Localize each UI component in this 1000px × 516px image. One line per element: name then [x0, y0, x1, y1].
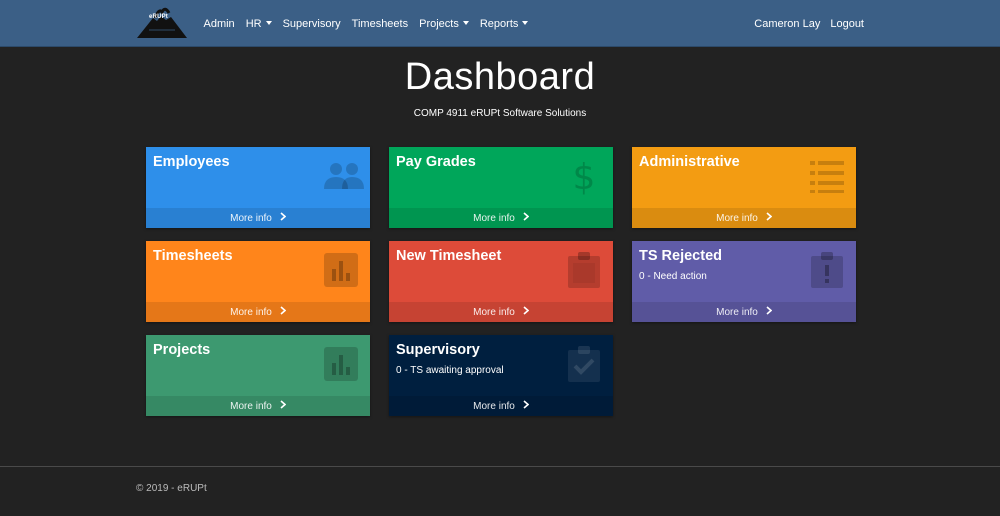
card-title: Pay Grades	[396, 154, 476, 170]
dollar-icon: $	[565, 157, 603, 195]
nav-left-menu: Admin HR Supervisory Timesheets Projects…	[198, 0, 534, 47]
nav-reports-dropdown[interactable]: Reports	[474, 18, 534, 30]
more-info-label: More info	[716, 306, 758, 318]
more-info-link[interactable]: More info	[146, 302, 370, 322]
card-title: Employees	[153, 154, 230, 170]
clipboard-check-icon	[565, 345, 603, 383]
page-title: Dashboard	[404, 56, 596, 98]
footer-divider	[0, 466, 1000, 467]
nav-supervisory[interactable]: Supervisory	[277, 18, 346, 30]
brand-logo[interactable]: eRUPt	[135, 4, 189, 40]
bar-chart-icon	[322, 345, 360, 383]
card-employees: Employees More info	[146, 147, 370, 228]
chevron-right-icon	[766, 306, 773, 318]
nav-timesheets-label: Timesheets	[351, 17, 409, 30]
more-info-label: More info	[716, 212, 758, 224]
user-name-link[interactable]: Cameron Lay	[744, 18, 820, 30]
top-navbar: eRUPt Admin HR Supervisory Timesheets Pr…	[0, 0, 1000, 47]
clipboard-icon	[565, 251, 603, 289]
more-info-link[interactable]: More info	[389, 208, 613, 228]
caret-down-icon	[522, 21, 529, 25]
card-title: Timesheets	[153, 248, 233, 264]
nav-admin-label: Admin	[203, 17, 235, 30]
chevron-right-icon	[280, 212, 287, 224]
more-info-label: More info	[230, 400, 272, 412]
nav-reports-label: Reports	[479, 17, 519, 30]
card-pay-grades: Pay Grades $ More info	[389, 147, 613, 228]
card-title: TS Rejected	[639, 248, 722, 264]
logout-link[interactable]: Logout	[820, 18, 864, 30]
chevron-right-icon	[280, 306, 287, 318]
card-title: Projects	[153, 342, 211, 358]
more-info-label: More info	[473, 400, 515, 412]
card-subtext: 0 - TS awaiting approval	[396, 365, 504, 376]
card-projects: Projects More info	[146, 335, 370, 416]
card-administrative: Administrative More info	[632, 147, 856, 228]
caret-down-icon	[462, 21, 469, 25]
more-info-label: More info	[230, 306, 272, 318]
nav-right-menu: Cameron Lay Logout	[744, 0, 864, 47]
card-title: Administrative	[639, 154, 740, 170]
brand-text: eRUPt	[149, 14, 169, 20]
chevron-right-icon	[280, 400, 287, 412]
nav-admin[interactable]: Admin	[198, 18, 240, 30]
more-info-link[interactable]: More info	[632, 302, 856, 322]
logout-label: Logout	[830, 17, 864, 30]
more-info-link[interactable]: More info	[146, 208, 370, 228]
more-info-link[interactable]: More info	[389, 396, 613, 416]
clipboard-alert-icon	[808, 251, 846, 289]
copyright-text: © 2019 - eRUPt	[136, 483, 207, 494]
caret-down-icon	[265, 21, 272, 25]
more-info-label: More info	[230, 212, 272, 224]
chevron-right-icon	[766, 212, 773, 224]
users-icon	[322, 157, 364, 195]
list-icon	[808, 157, 846, 195]
bar-chart-icon	[322, 251, 360, 289]
svg-text:$: $	[573, 157, 596, 195]
card-title: New Timesheet	[396, 248, 502, 264]
user-name-label: Cameron Lay	[754, 17, 821, 30]
more-info-link[interactable]: More info	[632, 208, 856, 228]
nav-hr-dropdown[interactable]: HR	[240, 18, 277, 30]
card-ts-rejected: TS Rejected 0 - Need action More info	[632, 241, 856, 322]
chevron-right-icon	[523, 306, 530, 318]
card-new-timesheet: New Timesheet More info	[389, 241, 613, 322]
nav-timesheets[interactable]: Timesheets	[346, 18, 413, 30]
more-info-link[interactable]: More info	[389, 302, 613, 322]
page-subtitle: COMP 4911 eRUPt Software Solutions	[413, 108, 587, 119]
card-supervisory: Supervisory 0 - TS awaiting approval More …	[389, 335, 613, 416]
more-info-link[interactable]: More info	[146, 396, 370, 416]
nav-hr-label: HR	[245, 17, 262, 30]
more-info-label: More info	[473, 212, 515, 224]
card-subtext: 0 - Need action	[639, 271, 707, 282]
chevron-right-icon	[523, 212, 530, 224]
nav-projects-label: Projects	[419, 17, 459, 30]
card-title: Supervisory	[396, 342, 480, 358]
nav-projects-dropdown[interactable]: Projects	[414, 18, 475, 30]
nav-supervisory-label: Supervisory	[282, 17, 341, 30]
more-info-label: More info	[473, 306, 515, 318]
volcano-logo-icon	[137, 7, 187, 38]
chevron-right-icon	[523, 400, 530, 412]
card-timesheets: Timesheets More info	[146, 241, 370, 322]
